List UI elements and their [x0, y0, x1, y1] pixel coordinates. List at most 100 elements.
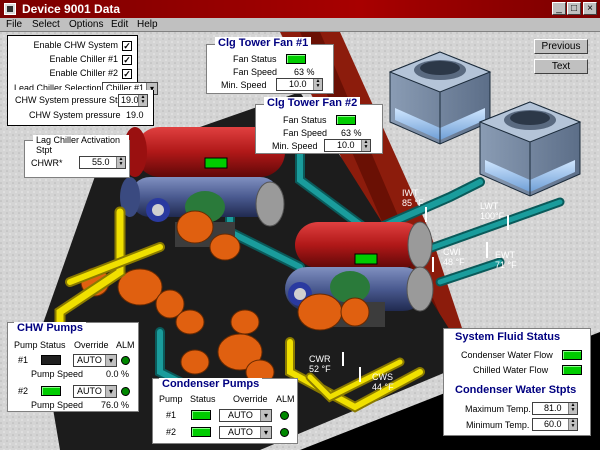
lag-chiller-title: Lag Chiller Activation Stpt	[33, 135, 129, 155]
tower-fan-1-speed-label: Fan Speed	[233, 67, 278, 77]
tower-fan-2-title: Clg Tower Fan #2	[264, 97, 361, 109]
sensor-lwt-name: LWT	[480, 201, 499, 211]
chilled-flow-label: Chilled Water Flow	[473, 365, 549, 375]
previous-button[interactable]: Previous	[534, 39, 588, 54]
sensor-lwt: LWT 100°F	[480, 201, 504, 221]
enable-chiller2-label: Enable Chiller #2	[49, 68, 118, 78]
chw-header-alm: ALM	[116, 340, 135, 350]
fluid-status-panel: System Fluid Status Condenser Water Flow…	[443, 328, 591, 436]
sensor-iwt-name: IWT	[402, 188, 419, 198]
lag-chiller-panel: Lag Chiller Activation Stpt CHWR* 55.0 ▲…	[24, 135, 130, 178]
chw-pressure-value: 19.0	[126, 110, 144, 120]
tower-fan-2-min-speed-input[interactable]: 10.0 ▲ ▼	[324, 139, 371, 152]
spin-arrows-icon[interactable]: ▲ ▼	[138, 95, 147, 106]
condenser-stpts-title: Condenser Water Stpts	[452, 384, 580, 396]
text-button[interactable]: Text	[534, 59, 588, 74]
enable-chiller1-checkbox[interactable]: ✓	[122, 55, 132, 65]
tower-fan-1-min-speed-value: 10.0	[289, 79, 307, 89]
cond-pump-2-override[interactable]: AUTO ▾	[219, 426, 272, 439]
app-icon[interactable]	[4, 3, 16, 15]
max-temp-label: Maximum Temp.	[465, 404, 531, 414]
chwr-label: CHWR*	[31, 158, 63, 168]
cond-pump-2-id: #2	[166, 427, 177, 437]
sensor-cws-name: CWS	[372, 372, 393, 382]
chw-pump-2-override[interactable]: AUTO ▾	[73, 385, 117, 398]
sensor-ewt: EWT 71 °F	[495, 250, 517, 270]
chw-pump-1-speed-value: 0.0 %	[106, 369, 130, 379]
chw-pump-1-override[interactable]: AUTO ▾	[73, 354, 117, 367]
chwr-setpoint-input[interactable]: 55.0 ▲ ▼	[79, 156, 126, 169]
min-temp-value: 60.0	[544, 419, 562, 429]
spin-arrows-icon[interactable]: ▲ ▼	[313, 79, 322, 90]
chw-pump-1-alarm	[121, 356, 130, 365]
chevron-down-icon[interactable]: ▾	[105, 355, 116, 366]
sensor-cwi-name: CWI	[443, 247, 461, 257]
minimize-icon[interactable]: _	[552, 2, 566, 15]
chw-pump-1-status	[41, 355, 61, 365]
max-temp-value: 81.0	[544, 403, 562, 413]
sensor-ewt-value: 71 °F	[495, 260, 517, 270]
chw-pressure-stpt-input[interactable]: 19.0 ▲ ▼	[118, 94, 148, 107]
fluid-status-title: System Fluid Status	[452, 331, 564, 343]
spin-arrows-icon[interactable]: ▲ ▼	[568, 419, 577, 430]
menu-help[interactable]: Help	[137, 19, 158, 30]
cond-pump-1-override-value: AUTO	[228, 410, 253, 420]
chw-pump-2-speed-label: Pump Speed	[31, 400, 84, 410]
cond-pump-1-alarm	[280, 411, 289, 420]
condenser-flow-indicator	[562, 350, 582, 360]
chw-pump-1-id: #1	[18, 355, 29, 365]
menu-edit[interactable]: Edit	[111, 19, 128, 30]
close-icon[interactable]: ×	[583, 2, 597, 15]
tower-fan-1-status-label: Fan Status	[233, 54, 277, 64]
tower-fan-1-min-speed-input[interactable]: 10.0 ▲ ▼	[276, 78, 323, 91]
chwr-setpoint-value: 55.0	[92, 157, 110, 167]
menu-select[interactable]: Select	[32, 19, 60, 30]
chw-pump-2-override-value: AUTO	[77, 386, 102, 396]
cond-pump-1-status	[191, 410, 211, 420]
tower-fan-2-min-speed-label: Min. Speed	[272, 141, 318, 151]
cond-header-alm: ALM	[276, 394, 295, 404]
chevron-down-icon[interactable]: ▾	[105, 386, 116, 397]
chw-pump-1-speed-label: Pump Speed	[31, 369, 84, 379]
chw-pressure-stpt-label: CHW System pressure Stpt	[15, 95, 126, 105]
sensor-cwr-value: 52 °F	[309, 364, 331, 374]
chw-pump-2-status	[41, 386, 61, 396]
cond-pump-1-override[interactable]: AUTO ▾	[219, 409, 272, 422]
enable-chiller2-checkbox[interactable]: ✓	[122, 69, 132, 79]
maximize-icon[interactable]: □	[567, 2, 581, 15]
sensor-iwt-value: 85 °F	[402, 198, 424, 208]
tower-fan-1-speed-value: 63 %	[294, 67, 315, 77]
title-bar: Device 9001 Data _ □ ×	[0, 0, 600, 18]
cond-header-override: Override	[233, 394, 268, 404]
chw-pump-2-speed-value: 76.0 %	[101, 400, 130, 410]
tower-fan-1-title: Clg Tower Fan #1	[215, 37, 312, 49]
cond-header-status: Status	[190, 394, 216, 404]
tower-fan-2-status-indicator	[336, 115, 356, 125]
cond-pump-2-alarm	[280, 428, 289, 437]
chw-pump-2-id: #2	[18, 386, 29, 396]
spin-arrows-icon[interactable]: ▲ ▼	[116, 157, 125, 168]
sensor-cwr: CWR 52 °F	[309, 354, 331, 374]
chw-pressure-label: CHW System pressure	[29, 110, 121, 120]
enable-chw-label: Enable CHW System	[33, 40, 118, 50]
sensor-cwi-value: 48 °F	[443, 257, 465, 267]
chw-header-status: Status	[40, 340, 66, 350]
chevron-down-icon[interactable]: ▾	[260, 427, 271, 438]
tower-fan-2-status-label: Fan Status	[283, 115, 327, 125]
chw-pump-2-alarm	[121, 387, 130, 396]
spin-arrows-icon[interactable]: ▲ ▼	[361, 140, 370, 151]
sensor-ewt-name: EWT	[495, 250, 515, 260]
chw-header-override: Override	[74, 340, 109, 350]
enable-chw-checkbox[interactable]: ✓	[122, 41, 132, 51]
chiller-2-status-light	[354, 253, 378, 265]
cond-pump-2-status	[191, 427, 211, 437]
chevron-down-icon[interactable]: ▾	[260, 410, 271, 421]
menu-bar: File Select Options Edit Help	[0, 18, 600, 32]
cond-header-pump: Pump	[159, 394, 183, 404]
menu-file[interactable]: File	[6, 19, 22, 30]
menu-options[interactable]: Options	[69, 19, 103, 30]
min-temp-input[interactable]: 60.0 ▲ ▼	[532, 418, 578, 431]
max-temp-input[interactable]: 81.0 ▲ ▼	[532, 402, 578, 415]
chw-pressure-stpt-value: 19.0	[121, 95, 139, 105]
spin-arrows-icon[interactable]: ▲ ▼	[568, 403, 577, 414]
